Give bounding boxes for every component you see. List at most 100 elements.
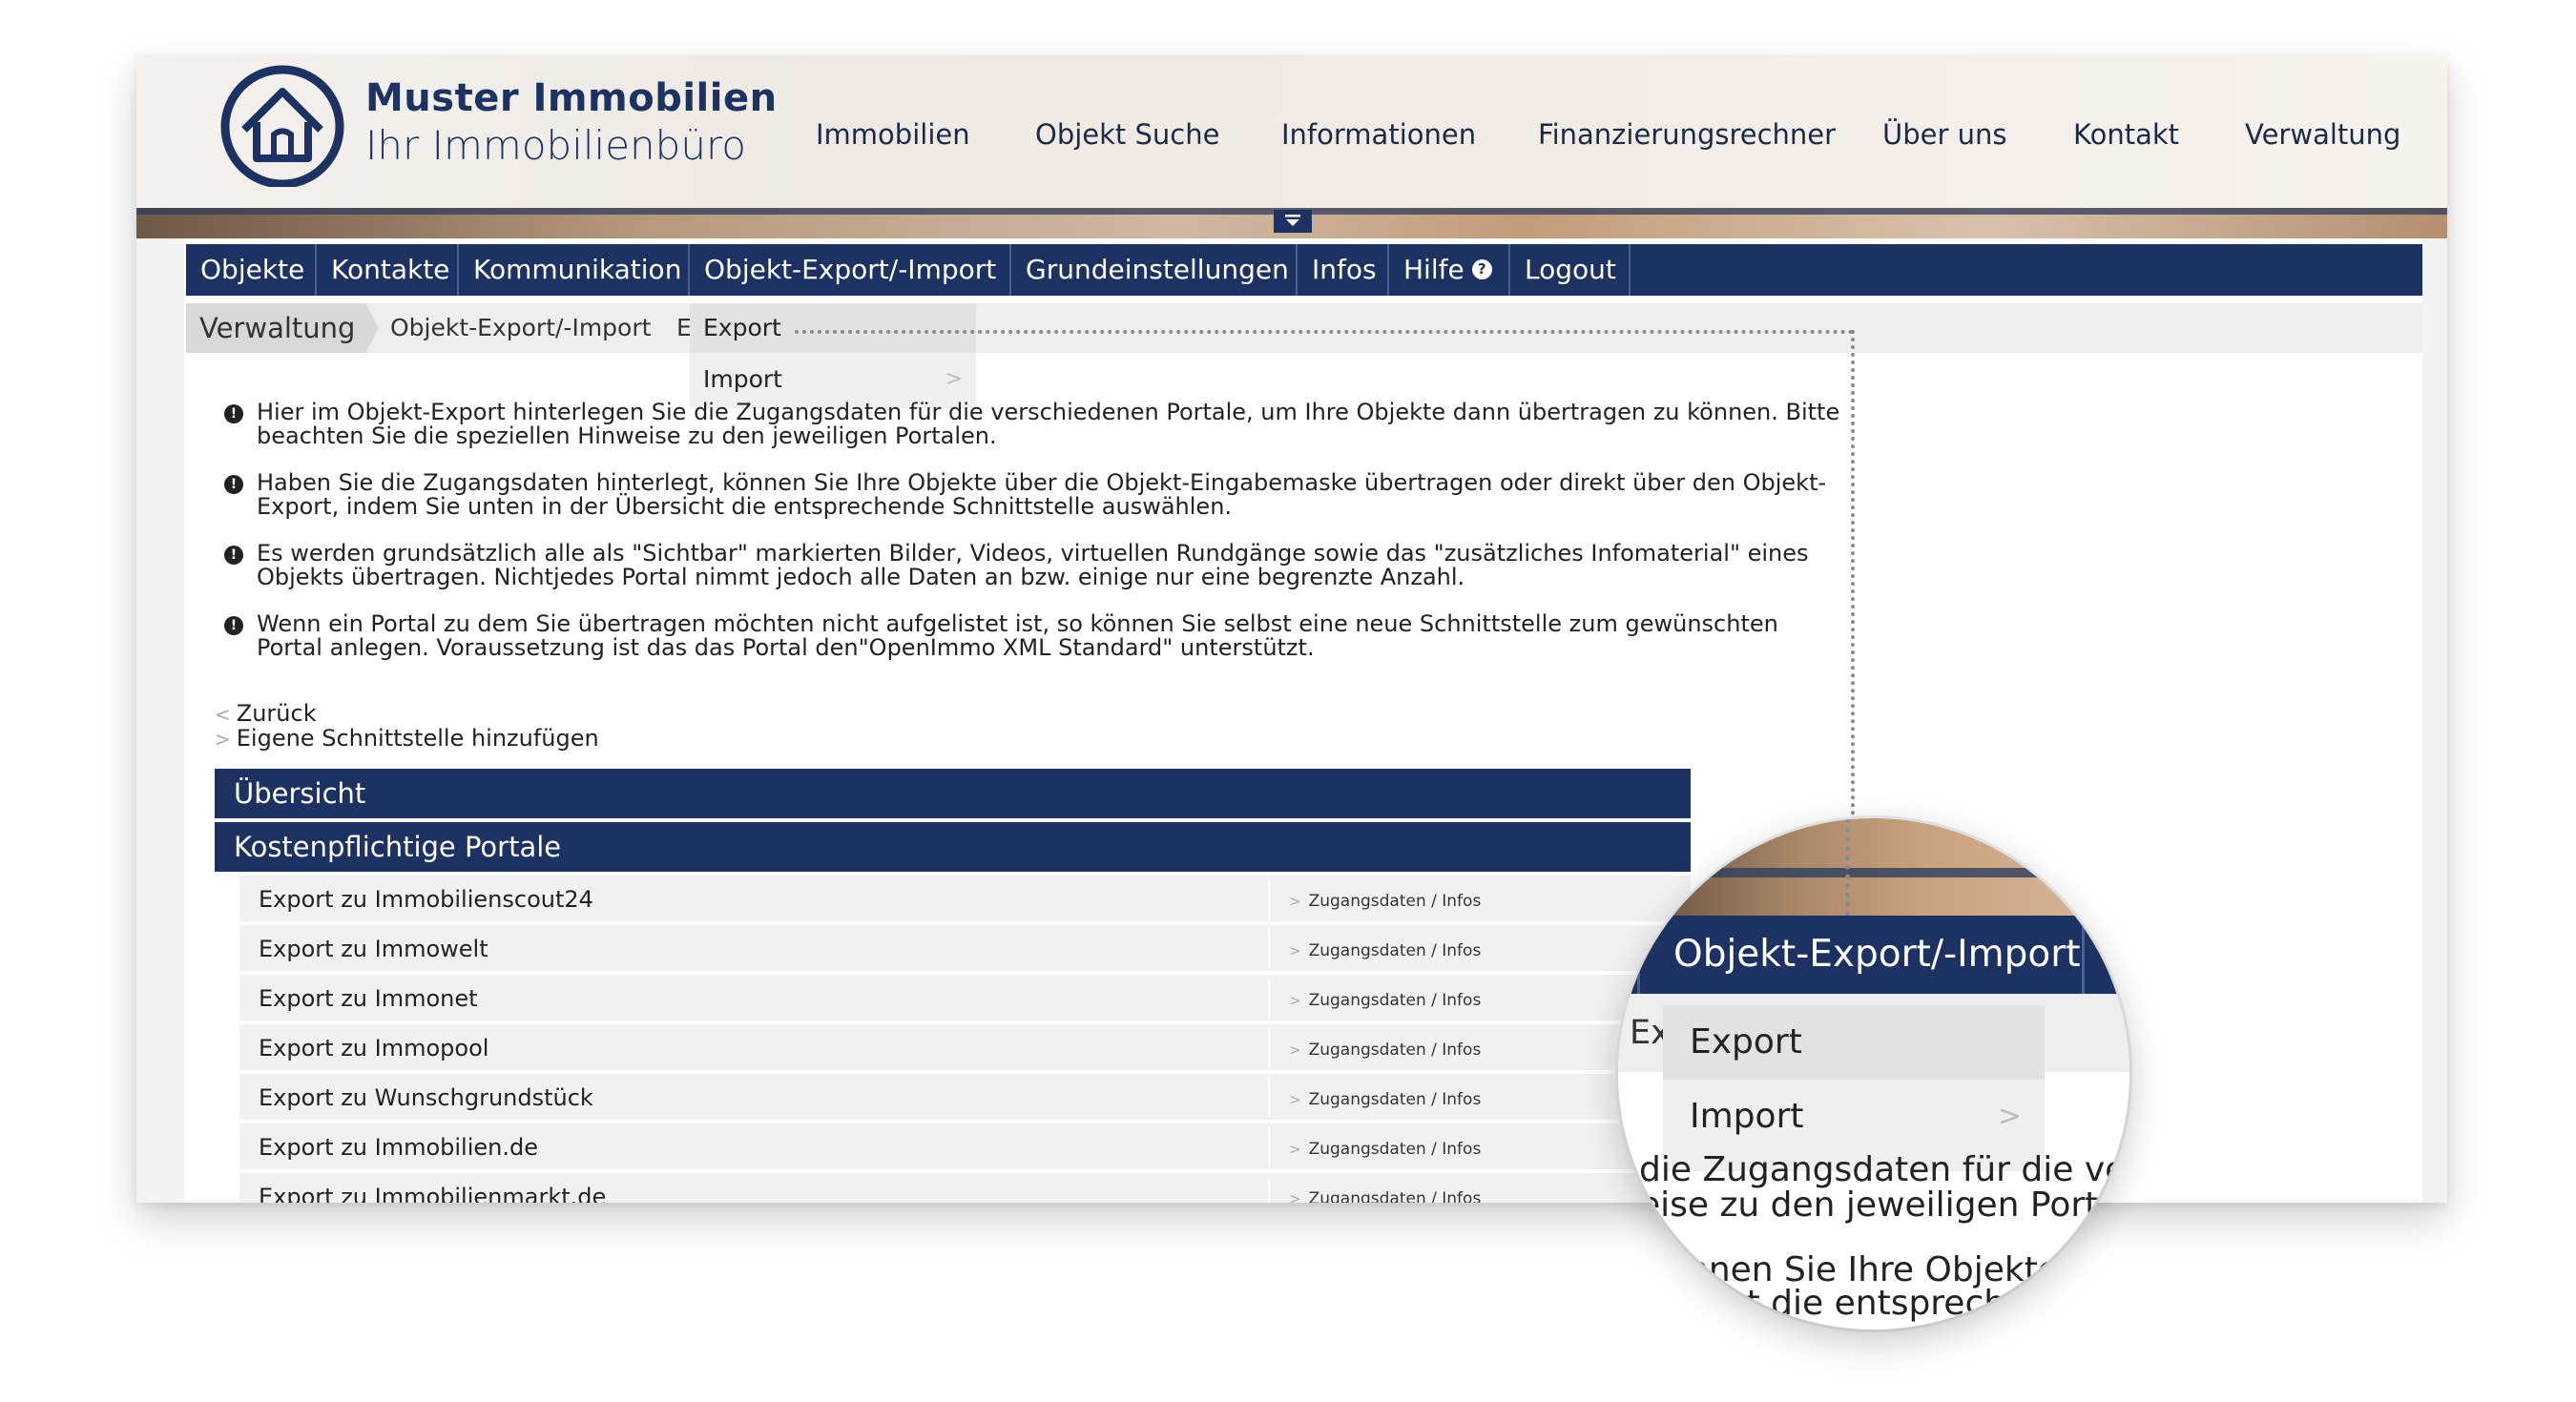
chevron-right-icon: > [1289, 1041, 1301, 1059]
section-overview[interactable]: Übersicht [215, 769, 1691, 818]
table-row[interactable]: Export zu Immowelt > Zugangsdaten / Infos [239, 925, 1691, 973]
chevron-down-icon [1285, 215, 1300, 226]
credentials-link[interactable]: > Zugangsdaten / Infos [1289, 1074, 1481, 1125]
magnified-tab: Objekt-Export/-Import [1618, 916, 2129, 994]
breadcrumb: Verwaltung Objekt-Export/-Import Ex [186, 303, 2422, 353]
portal-name: Export zu Wunschgrundstück [259, 1084, 593, 1111]
brand-name: Muster Immobilien [365, 76, 778, 120]
dropdown-item-import[interactable]: Import > [690, 355, 976, 404]
credentials-link-label: Zugangsdaten / Infos [1308, 892, 1482, 911]
table-row[interactable]: Export zu Immobilienmarkt.de > Zugangsdat… [239, 1173, 1691, 1203]
magnified-tab-label: Objekt-Export/-Import [1673, 933, 2081, 976]
back-link-label: Zurück [236, 700, 317, 727]
tab-objekte[interactable]: Objekte [186, 244, 317, 296]
tab-kommunikation[interactable]: Kommunikation [459, 244, 690, 296]
info-text: Es werden grundsätzlich alle als "Sichtb… [257, 540, 1809, 590]
dropdown-item-export[interactable]: Export [690, 303, 976, 353]
tab-label: Grundeinstellungen [1026, 254, 1289, 285]
exclamation-icon: ! [224, 475, 243, 494]
info-text: Hier im Objekt-Export hinterlegen Sie di… [257, 399, 1840, 449]
tab-label: Objekte [200, 254, 305, 285]
main-nav: Immobilien Objekt Suche Informationen Fi… [136, 118, 2447, 166]
nav-kontakt[interactable]: Kontakt [2073, 118, 2179, 151]
tab-label: Kontakte [331, 254, 450, 285]
table-row[interactable]: Export zu Immopool > Zugangsdaten / Infos [239, 1024, 1691, 1072]
divider [1268, 1177, 1270, 1203]
divider [1268, 879, 1270, 919]
nav-ueber-uns[interactable]: Über uns [1882, 118, 2007, 151]
chevron-right-icon: > [1289, 942, 1301, 959]
tab-objekt-export-import[interactable]: Objekt-Export/-Import [690, 244, 1011, 296]
divider [1268, 929, 1270, 969]
portal-name: Export zu Immopool [259, 1035, 489, 1062]
divider [1268, 979, 1270, 1019]
nav-informationen[interactable]: Informationen [1281, 118, 1476, 151]
credentials-link-label: Zugangsdaten / Infos [1308, 1140, 1482, 1159]
tab-logout[interactable]: Logout [1510, 244, 1631, 296]
chevron-right-icon: > [945, 367, 963, 391]
chevron-right-icon: > [1289, 1141, 1301, 1158]
table-row[interactable]: Export zu Immobilienscout24 > Zugangsdate… [239, 876, 1691, 923]
chevron-right-icon: > [1289, 1091, 1301, 1108]
divider [1268, 1028, 1270, 1068]
tab-label: Objekt-Export/-Import [704, 254, 997, 285]
breadcrumb-arrow [365, 303, 379, 353]
tab-label: Infos [1312, 254, 1377, 285]
tab-kontakte[interactable]: Kontakte [317, 244, 459, 296]
nav-immobilien[interactable]: Immobilien [816, 118, 970, 151]
tab-grundeinstellungen[interactable]: Grundeinstellungen [1011, 244, 1298, 296]
action-links: < Zurück > Eigene Schnittstelle hinzufügen [215, 702, 599, 752]
help-icon: ? [1471, 258, 1492, 279]
magnified-dropdown: Export Import > [1663, 1005, 2045, 1171]
credentials-link[interactable]: > Zugangsdaten / Infos [1289, 925, 1481, 977]
portal-name: Export zu Immobilien.de [259, 1134, 538, 1161]
breadcrumb-root[interactable]: Verwaltung [186, 303, 365, 353]
export-import-dropdown: Export Import > [690, 303, 976, 408]
callout-dotted-line [1851, 330, 1855, 869]
back-link[interactable]: < Zurück [215, 702, 599, 727]
credentials-link-label: Zugangsdaten / Infos [1308, 1189, 1482, 1203]
section-paid-portals[interactable]: Kostenpflichtige Portale [215, 822, 1691, 872]
divider [1268, 1078, 1270, 1118]
tab-infos[interactable]: Infos [1298, 244, 1389, 296]
chevron-right-icon: > [1289, 1190, 1301, 1203]
credentials-link-label: Zugangsdaten / Infos [1308, 991, 1482, 1010]
chevron-right-icon: > [1997, 1100, 2022, 1133]
credentials-link[interactable]: > Zugangsdaten / Infos [1289, 1173, 1481, 1203]
magnified-item-label: Export [1690, 1022, 1802, 1062]
credentials-link-label: Zugangsdaten / Infos [1308, 941, 1482, 960]
credentials-link-label: Zugangsdaten / Infos [1308, 1090, 1482, 1109]
credentials-link[interactable]: > Zugangsdaten / Infos [1289, 876, 1481, 927]
nav-objekt-suche[interactable]: Objekt Suche [1035, 118, 1219, 151]
callout-dotted-line [795, 330, 1854, 334]
dropdown-label: Export [703, 314, 781, 341]
collapse-toggle[interactable] [1274, 210, 1312, 233]
portal-name: Export zu Immonet [259, 985, 478, 1012]
credentials-link[interactable]: > Zugangsdaten / Infos [1289, 1024, 1481, 1076]
exclamation-icon: ! [224, 546, 243, 565]
magnified-text: cht die entspreche [1706, 1284, 2027, 1323]
portal-name: Export zu Immobilienscout24 [259, 886, 593, 913]
tab-label: Logout [1525, 254, 1616, 285]
tab-hilfe[interactable]: Hilfe? [1389, 244, 1510, 296]
site-header: Muster Immobilien Ihr Immobilienbüro Imm… [136, 55, 2447, 238]
tab-label: Hilfe [1403, 254, 1465, 285]
nav-verwaltung[interactable]: Verwaltung [2245, 118, 2400, 151]
table-row[interactable]: Export zu Immonet > Zugangsdaten / Infos [239, 975, 1691, 1022]
credentials-link[interactable]: > Zugangsdaten / Infos [1289, 1124, 1481, 1175]
info-text: Haben Sie die Zugangsdaten hinterlegt, k… [257, 469, 1827, 520]
chevron-right-icon: > [215, 728, 231, 751]
magnified-item-export: Export [1663, 1005, 2045, 1080]
magnified-item-import: Import > [1663, 1080, 2045, 1154]
add-interface-label: Eigene Schnittstelle hinzufügen [236, 725, 599, 752]
magnified-text: die Zugangsdaten für die verschi [1639, 1150, 2129, 1189]
table-row[interactable]: Export zu Immobilien.de > Zugangsdaten / … [239, 1124, 1691, 1171]
magnified-text: eise zu den jeweiligen Portalen. [1639, 1186, 2129, 1225]
credentials-link[interactable]: > Zugangsdaten / Infos [1289, 975, 1481, 1026]
credentials-link-label: Zugangsdaten / Infos [1308, 1041, 1482, 1060]
add-interface-link[interactable]: > Eigene Schnittstelle hinzufügen [215, 727, 599, 752]
breadcrumb-section[interactable]: Objekt-Export/-Import [390, 303, 651, 353]
nav-finanzierungsrechner[interactable]: Finanzierungsrechner [1538, 118, 1836, 151]
portal-name: Export zu Immowelt [259, 936, 488, 962]
table-row[interactable]: Export zu Wunschgrundstück > Zugangsdaten… [239, 1074, 1691, 1122]
